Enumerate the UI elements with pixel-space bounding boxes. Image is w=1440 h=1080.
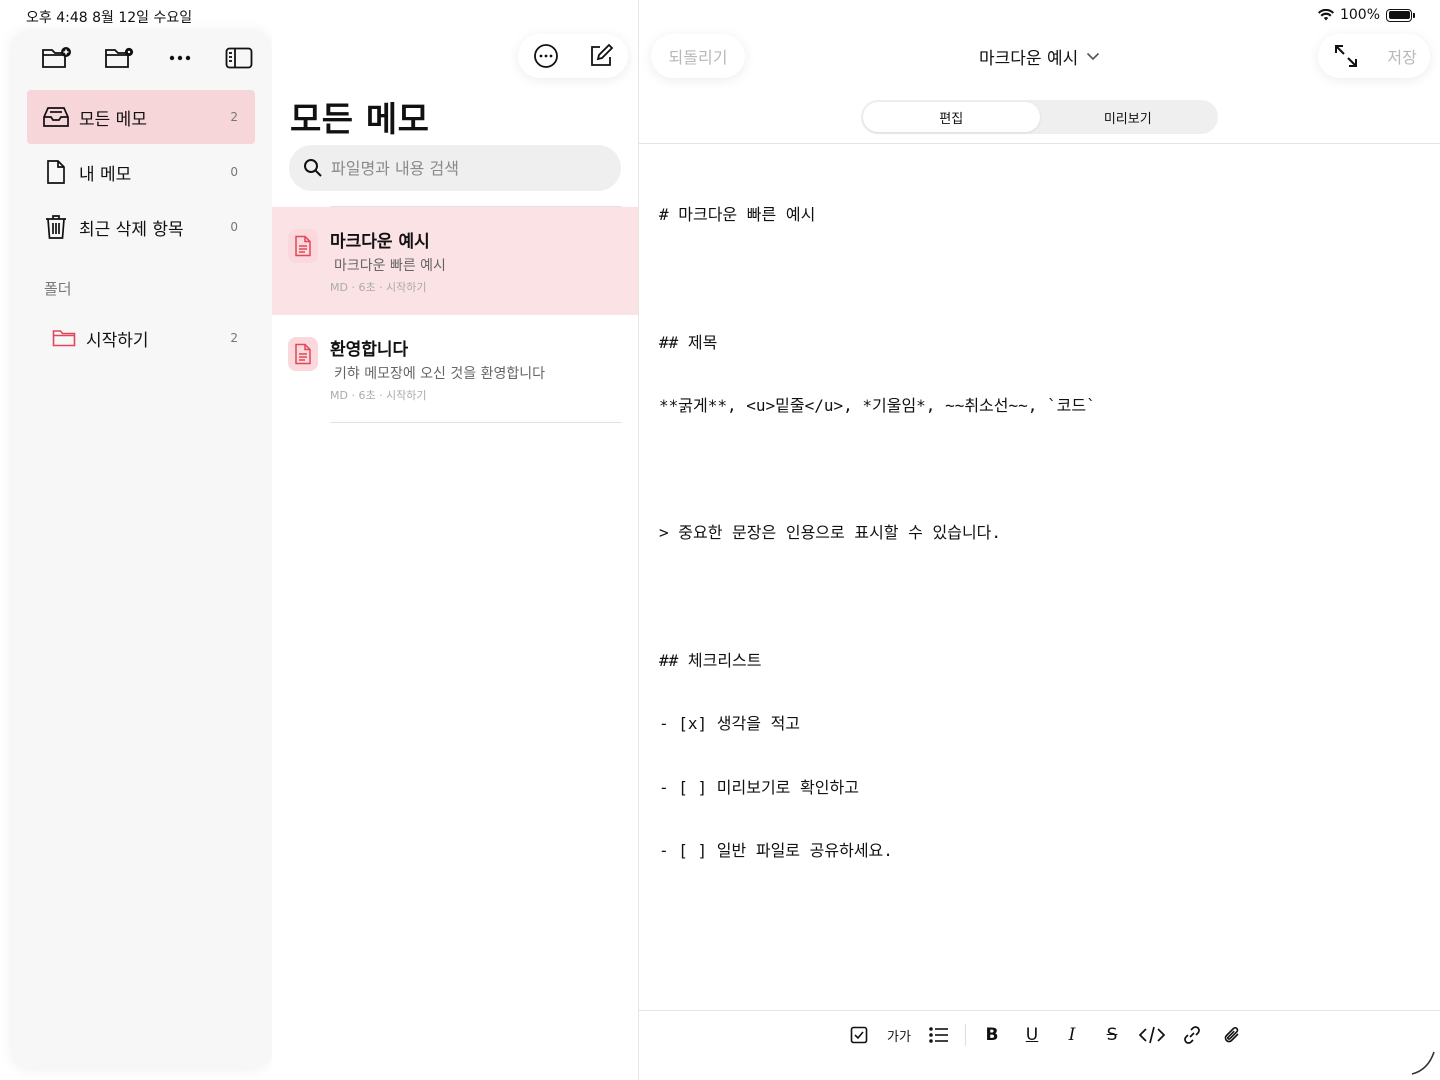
resize-handle-icon[interactable] (1408, 1048, 1436, 1076)
new-note-button[interactable] (585, 40, 617, 72)
editor-line: - [x] 생각을 적고 (659, 714, 801, 734)
format-toolbar: 가가 B U I S (839, 1018, 1252, 1052)
italic-button[interactable]: I (1052, 1018, 1092, 1052)
list-icon (929, 1027, 948, 1043)
folder-icon (52, 328, 78, 348)
expand-button[interactable] (1331, 41, 1361, 71)
underline-button[interactable]: U (1012, 1018, 1052, 1052)
ellipsis-circle-icon (533, 44, 558, 68)
search-input[interactable] (331, 158, 611, 178)
sidebar-folder-getting-started[interactable]: 시작하기 2 (44, 320, 255, 356)
wifi-icon (1317, 9, 1334, 21)
tab-edit[interactable]: 편집 (863, 102, 1040, 132)
note-title: 마크다운 예시 (330, 232, 430, 252)
link-icon (1184, 1026, 1200, 1044)
save-button[interactable]: 저장 (1387, 44, 1416, 68)
more-button[interactable] (163, 44, 197, 72)
markdown-editor[interactable]: # 마크다운 빠른 예시 ## 제목 **굵게**, <u>밑줄</u>, *기… (659, 162, 1419, 904)
note-meta: MD · 6초 · 시작하기 (330, 281, 427, 294)
list-more-button[interactable] (530, 40, 562, 72)
note-preview: 키햐 메모장에 오신 것을 환영합니다 (334, 366, 545, 382)
sidebar-toggle-icon (225, 47, 253, 69)
search-bar[interactable] (289, 145, 621, 191)
sidebar-item-label: 최근 삭제 항목 (79, 219, 184, 240)
divider (330, 422, 622, 423)
sidebar-toolbar (40, 44, 260, 72)
more-icon (169, 55, 191, 61)
code-icon (1139, 1026, 1165, 1044)
note-item-markdown-example[interactable]: 마크다운 예시 마크다운 빠른 예시 MD · 6초 · 시작하기 (272, 207, 638, 315)
editor-line: ## 제목 (659, 332, 718, 352)
note-preview: 마크다운 빠른 예시 (334, 258, 446, 274)
editor-line: ## 체크리스트 (659, 650, 762, 670)
chevron-down-icon (1087, 52, 1100, 61)
list-actions (518, 34, 628, 78)
tab-preview[interactable]: 미리보기 (1040, 102, 1217, 132)
sidebar: 모든 메모 2 내 메모 0 최근 삭제 항목 0 폴더 시작하기 2 (10, 30, 272, 1070)
editor-panel: 되돌리기 마크다운 예시 저장 편집 미리보기 # 마크다운 빠른 예시 ## … (639, 0, 1440, 1080)
code-button[interactable] (1132, 1018, 1172, 1052)
sidebar-item-all-notes[interactable]: 모든 메모 2 (27, 90, 255, 144)
status-indicators: 100% (1317, 7, 1415, 23)
expand-icon (1335, 45, 1358, 67)
folder-section-header: 폴더 (44, 280, 72, 298)
battery-percent: 100% (1339, 7, 1380, 23)
sidebar-item-recently-deleted[interactable]: 최근 삭제 항목 0 (27, 200, 255, 254)
document-icon (41, 158, 71, 186)
folder-plus-icon (42, 47, 71, 68)
battery-icon (1386, 8, 1415, 22)
editor-line: - [ ] 일반 파일로 공유하세요. (659, 841, 893, 861)
document-title: 마크다운 예시 (979, 49, 1079, 69)
checkbox-button[interactable] (839, 1018, 879, 1052)
undo-button[interactable]: 되돌리기 (651, 34, 745, 78)
mode-segmented-control: 편집 미리보기 (861, 100, 1218, 134)
sidebar-item-count: 0 (230, 220, 238, 234)
sidebar-item-count: 0 (230, 165, 238, 179)
status-bar: 오후 4:48 8월 12일 수요일 100% (0, 0, 1440, 32)
status-time: 오후 4:48 8월 12일 수요일 (26, 10, 193, 26)
editor-line: # 마크다운 빠른 예시 (659, 205, 816, 225)
document-title-menu[interactable]: 마크다운 예시 (979, 44, 1100, 69)
tray-icon (41, 103, 71, 131)
font-size-button[interactable]: 가가 (879, 1018, 919, 1052)
paperclip-icon (1224, 1027, 1239, 1043)
bold-button[interactable]: B (972, 1018, 1012, 1052)
folder-settings-button[interactable] (103, 44, 137, 72)
note-list-panel: 모든 메모 마크다운 예시 마크다운 빠른 예시 MD · 6초 · 시작하기 … (272, 0, 638, 1080)
editor-line: **굵게**, <u>밑줄</u>, *기울임*, ~~취소선~~, `코드` (659, 396, 1096, 416)
link-button[interactable] (1172, 1018, 1212, 1052)
compose-icon (590, 43, 613, 66)
folder-settings-icon (105, 47, 134, 68)
list-button[interactable] (919, 1018, 959, 1052)
note-meta: MD · 6초 · 시작하기 (330, 389, 427, 402)
note-file-icon (288, 229, 318, 263)
divider (639, 1010, 1440, 1011)
trash-icon (41, 213, 71, 241)
editor-line: - [ ] 미리보기로 확인하고 (659, 777, 859, 797)
editor-actions: 저장 (1318, 34, 1430, 78)
new-folder-button[interactable] (40, 44, 74, 72)
sidebar-item-my-notes[interactable]: 내 메모 0 (27, 145, 255, 199)
divider (639, 143, 1440, 144)
attachment-button[interactable] (1212, 1018, 1252, 1052)
sidebar-item-label: 내 메모 (79, 164, 132, 185)
search-icon (303, 158, 323, 178)
page-title: 모든 메모 (290, 100, 430, 140)
editor-line: > 중요한 문장은 인용으로 표시할 수 있습니다. (659, 523, 1002, 543)
folder-count: 2 (230, 331, 238, 345)
sidebar-item-label: 모든 메모 (79, 109, 147, 130)
toolbar-separator (965, 1024, 966, 1046)
note-item-welcome[interactable]: 환영합니다 키햐 메모장에 오신 것을 환영합니다 MD · 6초 · 시작하기 (272, 315, 638, 423)
folder-label: 시작하기 (86, 330, 149, 351)
note-file-icon (288, 337, 318, 371)
sidebar-toggle-button[interactable] (222, 44, 256, 72)
strikethrough-button[interactable]: S (1092, 1018, 1132, 1052)
checkbox-icon (850, 1026, 868, 1044)
note-title: 환영합니다 (330, 340, 409, 360)
sidebar-item-count: 2 (230, 110, 238, 124)
